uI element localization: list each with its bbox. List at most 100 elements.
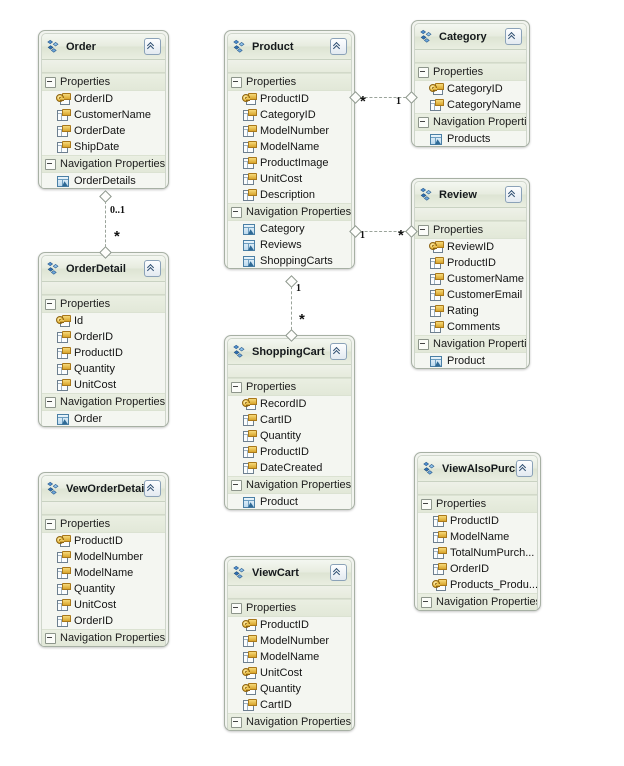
properties-section-header[interactable]: Properties <box>418 495 537 513</box>
entity-product[interactable]: Product Properties ProductID CategoryID Mode… <box>224 30 355 269</box>
minus-expander-icon[interactable] <box>231 602 242 614</box>
minus-expander-icon[interactable] <box>45 518 56 530</box>
navigation-property-row[interactable]: Reviews <box>228 237 351 253</box>
property-row[interactable]: Quantity <box>42 361 165 377</box>
property-row[interactable]: Rating <box>415 303 526 319</box>
entity-header[interactable]: Order <box>42 34 165 60</box>
property-row[interactable]: OrderDate <box>42 123 165 139</box>
entity-review[interactable]: Review Properties ReviewID ProductID Custome… <box>411 178 530 369</box>
entity-shoppingcart[interactable]: ShoppingCart Properties RecordID CartID Quan… <box>224 335 355 510</box>
navigation-properties-section-header[interactable]: Navigation Properties <box>42 629 165 646</box>
property-row[interactable]: ProductID <box>415 255 526 271</box>
navigation-properties-section-header[interactable]: Navigation Properties <box>415 335 526 353</box>
property-row[interactable]: ModelNumber <box>42 549 165 565</box>
entity-viewalsopurchased[interactable]: ViewAlsoPurch... Properties ProductID Model… <box>414 452 541 611</box>
property-row[interactable]: CartID <box>228 697 351 713</box>
property-row[interactable]: ProductID <box>42 345 165 361</box>
property-row[interactable]: CartID <box>228 412 351 428</box>
property-row[interactable]: CategoryName <box>415 97 526 113</box>
navigation-property-row[interactable]: Product <box>415 353 526 368</box>
navigation-property-row[interactable]: ShoppingCarts <box>228 253 351 268</box>
property-row[interactable]: ModelName <box>228 649 351 665</box>
navigation-properties-section-header[interactable]: Navigation Properties <box>228 713 351 730</box>
association-line[interactable] <box>355 231 411 232</box>
property-row[interactable]: Quantity <box>228 428 351 444</box>
property-row[interactable]: Quantity <box>42 581 165 597</box>
chevron-up-collapse-icon[interactable] <box>330 564 347 581</box>
minus-expander-icon[interactable] <box>418 116 429 128</box>
entity-header[interactable]: OrderDetail <box>42 256 165 282</box>
property-row[interactable]: CategoryID <box>415 81 526 97</box>
properties-section-header[interactable]: Properties <box>42 515 165 533</box>
property-row[interactable]: ReviewID <box>415 239 526 255</box>
navigation-property-row[interactable]: Category <box>228 221 351 237</box>
navigation-properties-section-header[interactable]: Navigation Properties <box>418 593 537 610</box>
minus-expander-icon[interactable] <box>418 224 429 236</box>
entity-header[interactable]: VewOrderDetail <box>42 476 165 502</box>
property-row[interactable]: OrderID <box>42 329 165 345</box>
entity-header[interactable]: Review <box>415 182 526 208</box>
chevron-up-collapse-icon[interactable] <box>144 38 161 55</box>
property-row[interactable]: ProductID <box>418 513 537 529</box>
entity-header[interactable]: Product <box>228 34 351 60</box>
minus-expander-icon[interactable] <box>45 298 56 310</box>
property-row[interactable]: OrderID <box>418 561 537 577</box>
property-row[interactable]: Products_Produ... <box>418 577 537 593</box>
property-row[interactable]: CustomerName <box>42 107 165 123</box>
minus-expander-icon[interactable] <box>231 206 242 218</box>
entity-viewcart[interactable]: ViewCart Properties ProductID ModelNumber Mo… <box>224 556 355 731</box>
association-line[interactable] <box>291 281 292 335</box>
properties-section-header[interactable]: Properties <box>228 73 351 91</box>
navigation-property-row[interactable]: Product <box>228 494 351 509</box>
navigation-properties-section-header[interactable]: Navigation Properties <box>228 203 351 221</box>
navigation-properties-section-header[interactable]: Navigation Properties <box>228 476 351 494</box>
association-line[interactable] <box>105 196 106 252</box>
chevron-up-collapse-icon[interactable] <box>516 460 533 477</box>
chevron-up-collapse-icon[interactable] <box>505 186 522 203</box>
property-row[interactable]: ProductID <box>42 533 165 549</box>
entity-header[interactable]: ShoppingCart <box>228 339 351 365</box>
entity-header[interactable]: ViewAlsoPurch... <box>418 456 537 482</box>
properties-section-header[interactable]: Properties <box>228 378 351 396</box>
association-line[interactable] <box>355 97 411 98</box>
minus-expander-icon[interactable] <box>45 632 56 644</box>
property-row[interactable]: ProductImage <box>228 155 351 171</box>
property-row[interactable]: OrderID <box>42 613 165 629</box>
entity-header[interactable]: ViewCart <box>228 560 351 586</box>
association-endpoint-start[interactable] <box>99 190 112 203</box>
property-row[interactable]: ModelName <box>42 565 165 581</box>
chevron-up-collapse-icon[interactable] <box>144 480 161 497</box>
property-row[interactable]: UnitCost <box>228 171 351 187</box>
entity-header[interactable]: Category <box>415 24 526 50</box>
navigation-properties-section-header[interactable]: Navigation Properties <box>42 155 165 173</box>
minus-expander-icon[interactable] <box>231 716 242 728</box>
diagram-canvas[interactable]: Order Properties OrderID CustomerName OrderD… <box>0 0 624 766</box>
property-row[interactable]: UnitCost <box>42 597 165 613</box>
minus-expander-icon[interactable] <box>45 396 56 408</box>
property-row[interactable]: ProductID <box>228 617 351 633</box>
properties-section-header[interactable]: Properties <box>415 221 526 239</box>
property-row[interactable]: DateCreated <box>228 460 351 476</box>
entity-orderdetail[interactable]: OrderDetail Properties Id OrderID ProductID Q… <box>38 252 169 427</box>
minus-expander-icon[interactable] <box>231 76 242 88</box>
minus-expander-icon[interactable] <box>231 479 242 491</box>
property-row[interactable]: Quantity <box>228 681 351 697</box>
property-row[interactable]: TotalNumPurch... <box>418 545 537 561</box>
navigation-properties-section-header[interactable]: Navigation Properties <box>42 393 165 411</box>
entity-veworderdetail[interactable]: VewOrderDetail Properties ProductID ModelNu… <box>38 472 169 647</box>
property-row[interactable]: Comments <box>415 319 526 335</box>
property-row[interactable]: ShipDate <box>42 139 165 155</box>
minus-expander-icon[interactable] <box>421 596 432 608</box>
properties-section-header[interactable]: Properties <box>42 73 165 91</box>
property-row[interactable]: CustomerName <box>415 271 526 287</box>
entity-order[interactable]: Order Properties OrderID CustomerName OrderD… <box>38 30 169 189</box>
minus-expander-icon[interactable] <box>421 498 432 510</box>
minus-expander-icon[interactable] <box>45 158 56 170</box>
navigation-property-row[interactable]: Products <box>415 131 526 146</box>
minus-expander-icon[interactable] <box>231 381 242 393</box>
properties-section-header[interactable]: Properties <box>228 599 351 617</box>
property-row[interactable]: ProductID <box>228 91 351 107</box>
minus-expander-icon[interactable] <box>418 66 429 78</box>
navigation-property-row[interactable]: OrderDetails <box>42 173 165 188</box>
properties-section-header[interactable]: Properties <box>42 295 165 313</box>
